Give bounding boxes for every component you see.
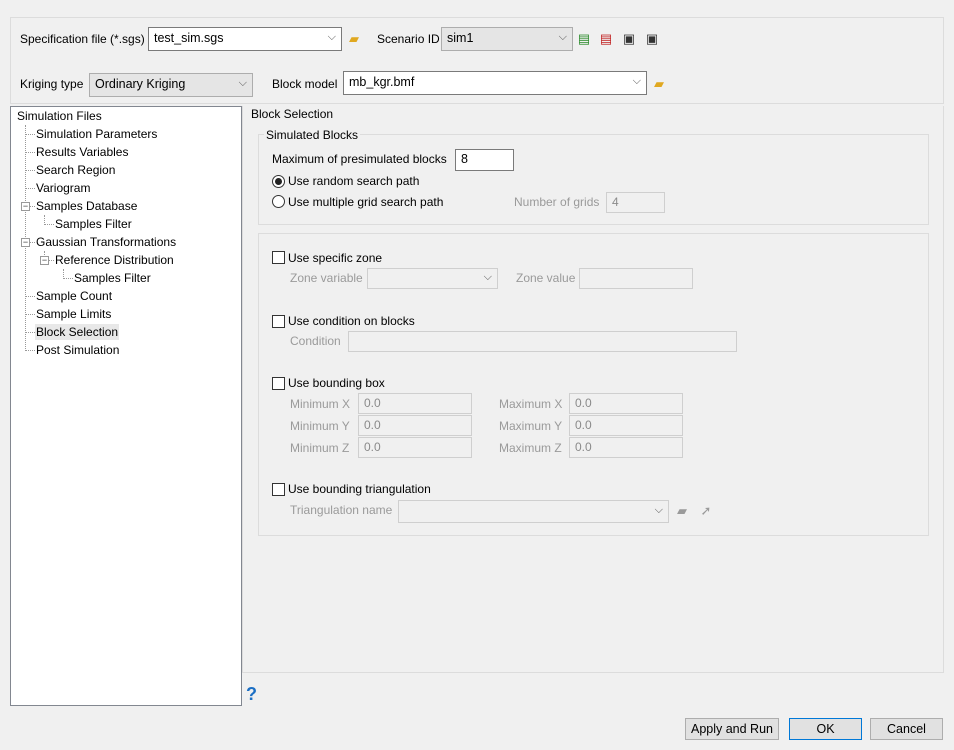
min-z-input[interactable]: 0.0 [358,437,472,458]
tree-item-gaussian-transformations[interactable]: Gaussian Transformations [36,235,176,249]
max-x-input[interactable]: 0.0 [569,393,683,414]
open-folder-icon[interactable]: ▰ [346,31,362,47]
triangulation-combo[interactable]: ⌵ [398,500,669,523]
bounding-box-checkbox[interactable] [272,377,285,390]
spec-file-combo[interactable]: test_sim.sgs ⌵ [148,27,342,51]
zone-variable-label: Zone variable [290,271,363,285]
collapse-icon[interactable]: − [21,238,30,247]
select-pointer-icon[interactable]: ➚ [698,503,714,519]
tree-item-sample-count[interactable]: Sample Count [36,289,112,303]
scenario-label: Scenario ID [377,32,440,46]
tree-item-variogram[interactable]: Variogram [36,181,90,195]
min-y-input[interactable]: 0.0 [358,415,472,436]
tree-item-results-variables[interactable]: Results Variables [36,145,128,159]
folder-icon[interactable]: ▰ [674,503,690,519]
grids-label: Number of grids [514,195,600,209]
chevron-down-icon: ⌵ [483,271,492,283]
multi-grid-radio[interactable] [272,195,285,208]
random-search-radio[interactable] [272,175,285,188]
delete-scenario-icon[interactable]: ▤ [598,31,614,47]
block-model-label: Block model [272,77,338,91]
kriging-combo[interactable]: Ordinary Kriging ⌵ [89,73,253,97]
block-model-combo[interactable]: mb_kgr.bmf ⌵ [343,71,647,95]
random-search-label: Use random search path [288,174,420,188]
navigation-tree[interactable]: − − − Simulation Files Simulation Parame… [10,106,242,706]
tree-item-search-region[interactable]: Search Region [36,163,115,177]
multi-grid-label: Use multiple grid search path [288,195,444,209]
specific-zone-label: Use specific zone [288,251,383,265]
max-x-label: Maximum X [499,397,563,411]
chevron-down-icon: ⌵ [238,77,247,89]
collapse-icon[interactable]: − [40,256,49,265]
kriging-label: Kriging type [20,77,84,91]
spec-file-label: Specification file (*.sgs) [20,32,145,46]
bounding-box-label: Use bounding box [288,376,385,390]
min-x-label: Minimum X [290,397,351,411]
open-folder-icon[interactable]: ▰ [651,76,667,92]
zone-variable-combo[interactable]: ⌵ [367,268,498,289]
condition-checkbox[interactable] [272,315,285,328]
simulated-blocks-title: Simulated Blocks [264,128,361,142]
collapse-icon[interactable]: − [21,202,30,211]
tree-item-samples-filter-2[interactable]: Samples Filter [74,271,151,285]
apply-and-run-button[interactable]: Apply and Run [685,718,779,740]
panel-title: Block Selection [251,107,334,121]
max-z-input[interactable]: 0.0 [569,437,683,458]
tree-item-post-simulation[interactable]: Post Simulation [36,343,119,357]
min-y-label: Minimum Y [290,419,350,433]
specific-zone-checkbox[interactable] [272,251,285,264]
spec-file-value: test_sim.sgs [154,31,224,45]
chevron-down-icon: ⌵ [654,504,663,516]
tree-item-samples-filter[interactable]: Samples Filter [55,217,132,231]
kriging-value: Ordinary Kriging [95,77,186,91]
condition-label: Condition [290,334,341,348]
tree-item-sample-limits[interactable]: Sample Limits [36,307,111,321]
tree-item-block-selection[interactable]: Block Selection [35,324,120,340]
max-y-input[interactable]: 0.0 [569,415,683,436]
tree-item-samples-database[interactable]: Samples Database [36,199,137,213]
grids-input[interactable]: 4 [606,192,665,213]
triangulation-name-label: Triangulation name [290,503,393,517]
triangulation-label: Use bounding triangulation [288,482,431,496]
condition-blocks-label: Use condition on blocks [288,314,415,328]
scenario-combo[interactable]: sim1 ⌵ [441,27,573,51]
max-presimulated-label: Maximum of presimulated blocks [272,152,447,166]
min-z-label: Minimum Z [290,441,350,455]
zone-value-label: Zone value [516,271,576,285]
max-y-label: Maximum Y [499,419,563,433]
save-as-icon[interactable]: ▣ [644,31,660,47]
max-z-label: Maximum Z [499,441,562,455]
min-x-input[interactable]: 0.0 [358,393,472,414]
chevron-down-icon: ⌵ [632,75,641,87]
tree-item-reference-distribution[interactable]: Reference Distribution [55,253,174,267]
max-presimulated-input[interactable]: 8 [455,149,514,171]
block-model-value: mb_kgr.bmf [349,75,415,89]
save-icon[interactable]: ▣ [621,31,637,47]
condition-input[interactable] [348,331,737,352]
ok-button[interactable]: OK [789,718,862,740]
help-icon[interactable]: ? [246,684,257,705]
zone-value-input[interactable] [579,268,693,289]
cancel-button[interactable]: Cancel [870,718,943,740]
chevron-down-icon: ⌵ [558,31,567,43]
tree-item-simulation-parameters[interactable]: Simulation Parameters [36,127,157,141]
add-scenario-icon[interactable]: ▤ [576,31,592,47]
triangulation-checkbox[interactable] [272,483,285,496]
tree-item-simulation-files[interactable]: Simulation Files [17,109,102,123]
scenario-value: sim1 [447,31,474,45]
chevron-down-icon: ⌵ [327,31,336,43]
